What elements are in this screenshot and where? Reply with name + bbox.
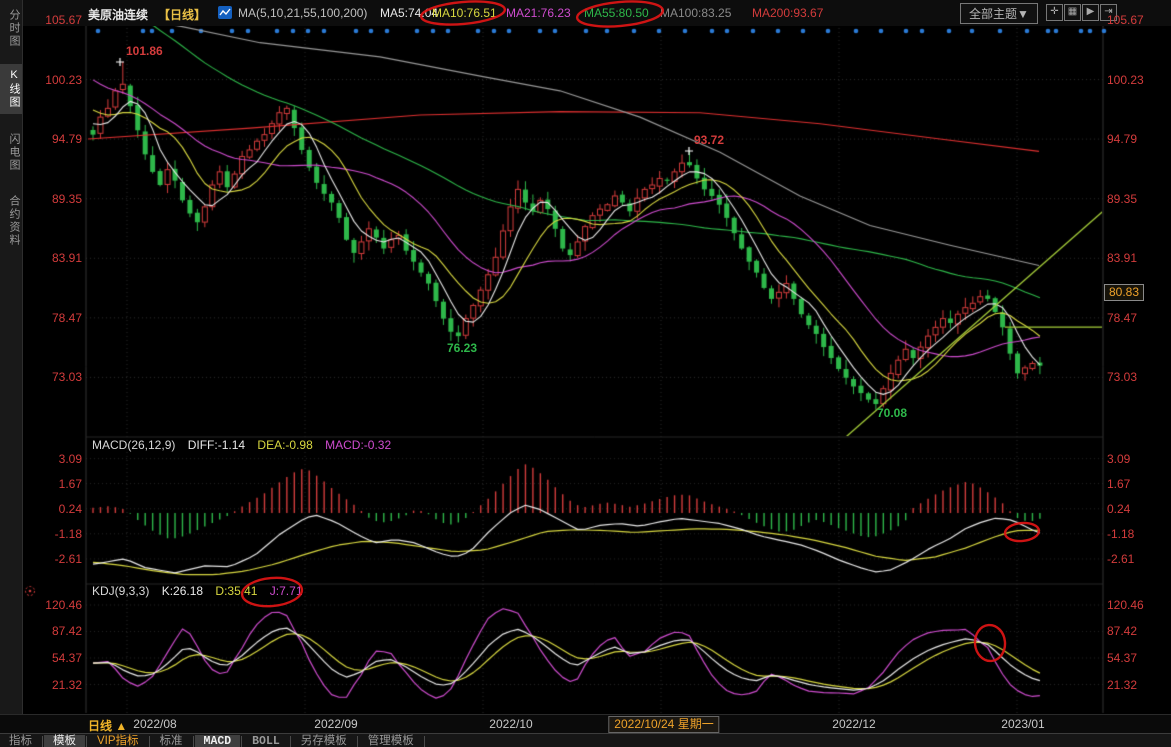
- toolbar-tab-7[interactable]: 管理模板: [359, 735, 423, 747]
- toolbar-separator: [42, 736, 43, 747]
- macd-axis-label-left-0: 3.09: [28, 452, 82, 466]
- theme-dropdown-button[interactable]: 全部主题▼: [960, 3, 1038, 24]
- sidebar-tab-1[interactable]: K线图: [0, 64, 22, 114]
- price-axis-label-right-6: 73.03: [1107, 370, 1137, 384]
- price-axis-label-left-6: 73.03: [28, 370, 82, 384]
- price-axis-label-left-5: 78.47: [28, 311, 82, 325]
- price-axis-label-right-2: 94.79: [1107, 132, 1137, 146]
- toolbar-separator: [424, 736, 425, 747]
- macd-header: MACD(26,12,9) DIFF:-1.14 DEA:-0.98 MACD:…: [92, 438, 400, 452]
- kdj-axis-label-left-2: 54.37: [28, 651, 82, 665]
- price-axis-label-right-4: 83.91: [1107, 251, 1137, 265]
- date-tick-3: 2022/12: [832, 717, 875, 731]
- toolbar-tab-3[interactable]: 标准: [151, 735, 192, 747]
- date-axis: 日线 ▲ 2022/10/24 星期一 2022/08 2022/09 2022/1…: [0, 714, 1171, 734]
- kdj-axis-label-left-0: 120.46: [28, 598, 82, 612]
- date-tick-2: 2022/10: [489, 717, 532, 731]
- macd-diff-value: DIFF:-1.14: [188, 438, 245, 452]
- price-axis-label-right-1: 100.23: [1107, 73, 1144, 87]
- top-bar: 美原油连续 【日线】 MA(5,10,21,55,100,200) 全部主题▼ …: [23, 0, 1171, 26]
- price-annotation-0: 101.86: [126, 44, 163, 58]
- macd-axis-label-right-1: 1.67: [1107, 477, 1130, 491]
- price-axis-label-left-4: 83.91: [28, 251, 82, 265]
- last-price-tag: 80.83: [1104, 284, 1144, 301]
- kdj-d-value: D:35.41: [215, 584, 257, 598]
- macd-axis-label-right-3: -1.18: [1107, 527, 1134, 541]
- kdj-axis-label-right-2: 54.37: [1107, 651, 1137, 665]
- ma-settings-label: MA(5,10,21,55,100,200): [238, 6, 367, 20]
- kdj-j-value: J:7.71: [270, 584, 303, 598]
- highlighted-date-tag: 2022/10/24 星期一: [608, 716, 719, 733]
- ma-value-3: MA55:80.50: [584, 6, 649, 20]
- price-axis-label-right-0: 105.67: [1107, 13, 1144, 27]
- kdj-header: KDJ(9,3,3) K:26.18 D:35.41 J:7.71: [92, 584, 312, 598]
- ma-value-2: MA21:76.23: [506, 6, 571, 20]
- app-window: { "colors":{"red":"#d43c3c","green":"#2e…: [0, 0, 1171, 747]
- ma-value-1: MA10:76.51: [432, 6, 497, 20]
- date-tick-4: 2023/01: [1001, 717, 1044, 731]
- macd-axis-label-left-3: -1.18: [28, 527, 82, 541]
- ma-value-0: MA5:74.04: [380, 6, 438, 20]
- macd-axis-label-left-4: -2.61: [28, 552, 82, 566]
- expand-chart-icon[interactable]: ▶: [1082, 4, 1099, 21]
- macd-axis-label-right-0: 3.09: [1107, 452, 1130, 466]
- toolbar-separator: [241, 736, 242, 747]
- kdj-axis-label-right-1: 87.42: [1107, 624, 1137, 638]
- chart-canvas[interactable]: [0, 0, 1171, 747]
- price-annotation-2: 76.23: [447, 341, 477, 355]
- macd-axis-label-right-4: -2.61: [1107, 552, 1134, 566]
- left-sidebar: 分时图 K线图闪电图合约资料: [0, 0, 23, 733]
- price-annotation-3: 70.08: [877, 406, 907, 420]
- toolbar-tab-5[interactable]: BOLL: [243, 735, 289, 747]
- period-selector[interactable]: 日线 ▲: [88, 717, 127, 734]
- macd-dea-value: DEA:-0.98: [257, 438, 312, 452]
- macd-value: MACD:-0.32: [325, 438, 391, 452]
- kdj-axis-label-left-3: 21.32: [28, 678, 82, 692]
- price-axis-label-left-3: 89.35: [28, 192, 82, 206]
- macd-axis-label-right-2: 0.24: [1107, 502, 1130, 516]
- kdj-axis-label-right-3: 21.32: [1107, 678, 1137, 692]
- price-axis-label-left-1: 100.23: [28, 73, 82, 87]
- date-tick-1: 2022/09: [314, 717, 357, 731]
- pan-crosshair-icon[interactable]: ✛: [1046, 4, 1063, 21]
- toolbar-tab-6[interactable]: 另存模板: [292, 735, 356, 747]
- toolbar-separator: [193, 736, 194, 747]
- period-tag: 【日线】: [158, 6, 206, 23]
- price-axis-label-right-3: 89.35: [1107, 192, 1137, 206]
- macd-axis-label-left-2: 0.24: [28, 502, 82, 516]
- price-axis-label-left-2: 94.79: [28, 132, 82, 146]
- sidebar-tab-0[interactable]: 分时图: [0, 4, 22, 53]
- macd-axis-label-left-1: 1.67: [28, 477, 82, 491]
- toolbar-tab-4[interactable]: MACD: [195, 735, 241, 747]
- macd-title: MACD(26,12,9): [92, 438, 175, 452]
- toolbar-tab-0[interactable]: 指标: [0, 735, 41, 747]
- kdj-axis-label-left-1: 87.42: [28, 624, 82, 638]
- toolbar-separator: [357, 736, 358, 747]
- ma-value-5: MA200:93.67: [752, 6, 823, 20]
- ma-value-4: MA100:83.25: [660, 6, 731, 20]
- compress-chart-icon[interactable]: ▦: [1064, 4, 1081, 21]
- toolbar-tab-1[interactable]: 模板: [44, 735, 85, 747]
- price-axis-label-left-0: 105.67: [28, 13, 82, 27]
- toolbar-tab-2[interactable]: VIP指标: [88, 735, 148, 747]
- bottom-toolbar: 指标模板VIP指标标准MACDBOLL另存模板管理模板: [0, 733, 1171, 747]
- date-tick-0: 2022/08: [133, 717, 176, 731]
- kdj-k-value: K:26.18: [162, 584, 203, 598]
- toolbar-separator: [86, 736, 87, 747]
- sidebar-tab-2[interactable]: 闪电图: [0, 128, 22, 177]
- price-annotation-1: 93.72: [694, 133, 724, 147]
- kdj-title: KDJ(9,3,3): [92, 584, 149, 598]
- kline-chart-icon: [218, 6, 232, 19]
- sidebar-tab-3[interactable]: 合约资料: [0, 190, 22, 252]
- price-axis-label-right-5: 78.47: [1107, 311, 1137, 325]
- toolbar-separator: [290, 736, 291, 747]
- kdj-axis-label-right-0: 120.46: [1107, 598, 1144, 612]
- instrument-title: 美原油连续: [88, 6, 148, 23]
- toolbar-separator: [149, 736, 150, 747]
